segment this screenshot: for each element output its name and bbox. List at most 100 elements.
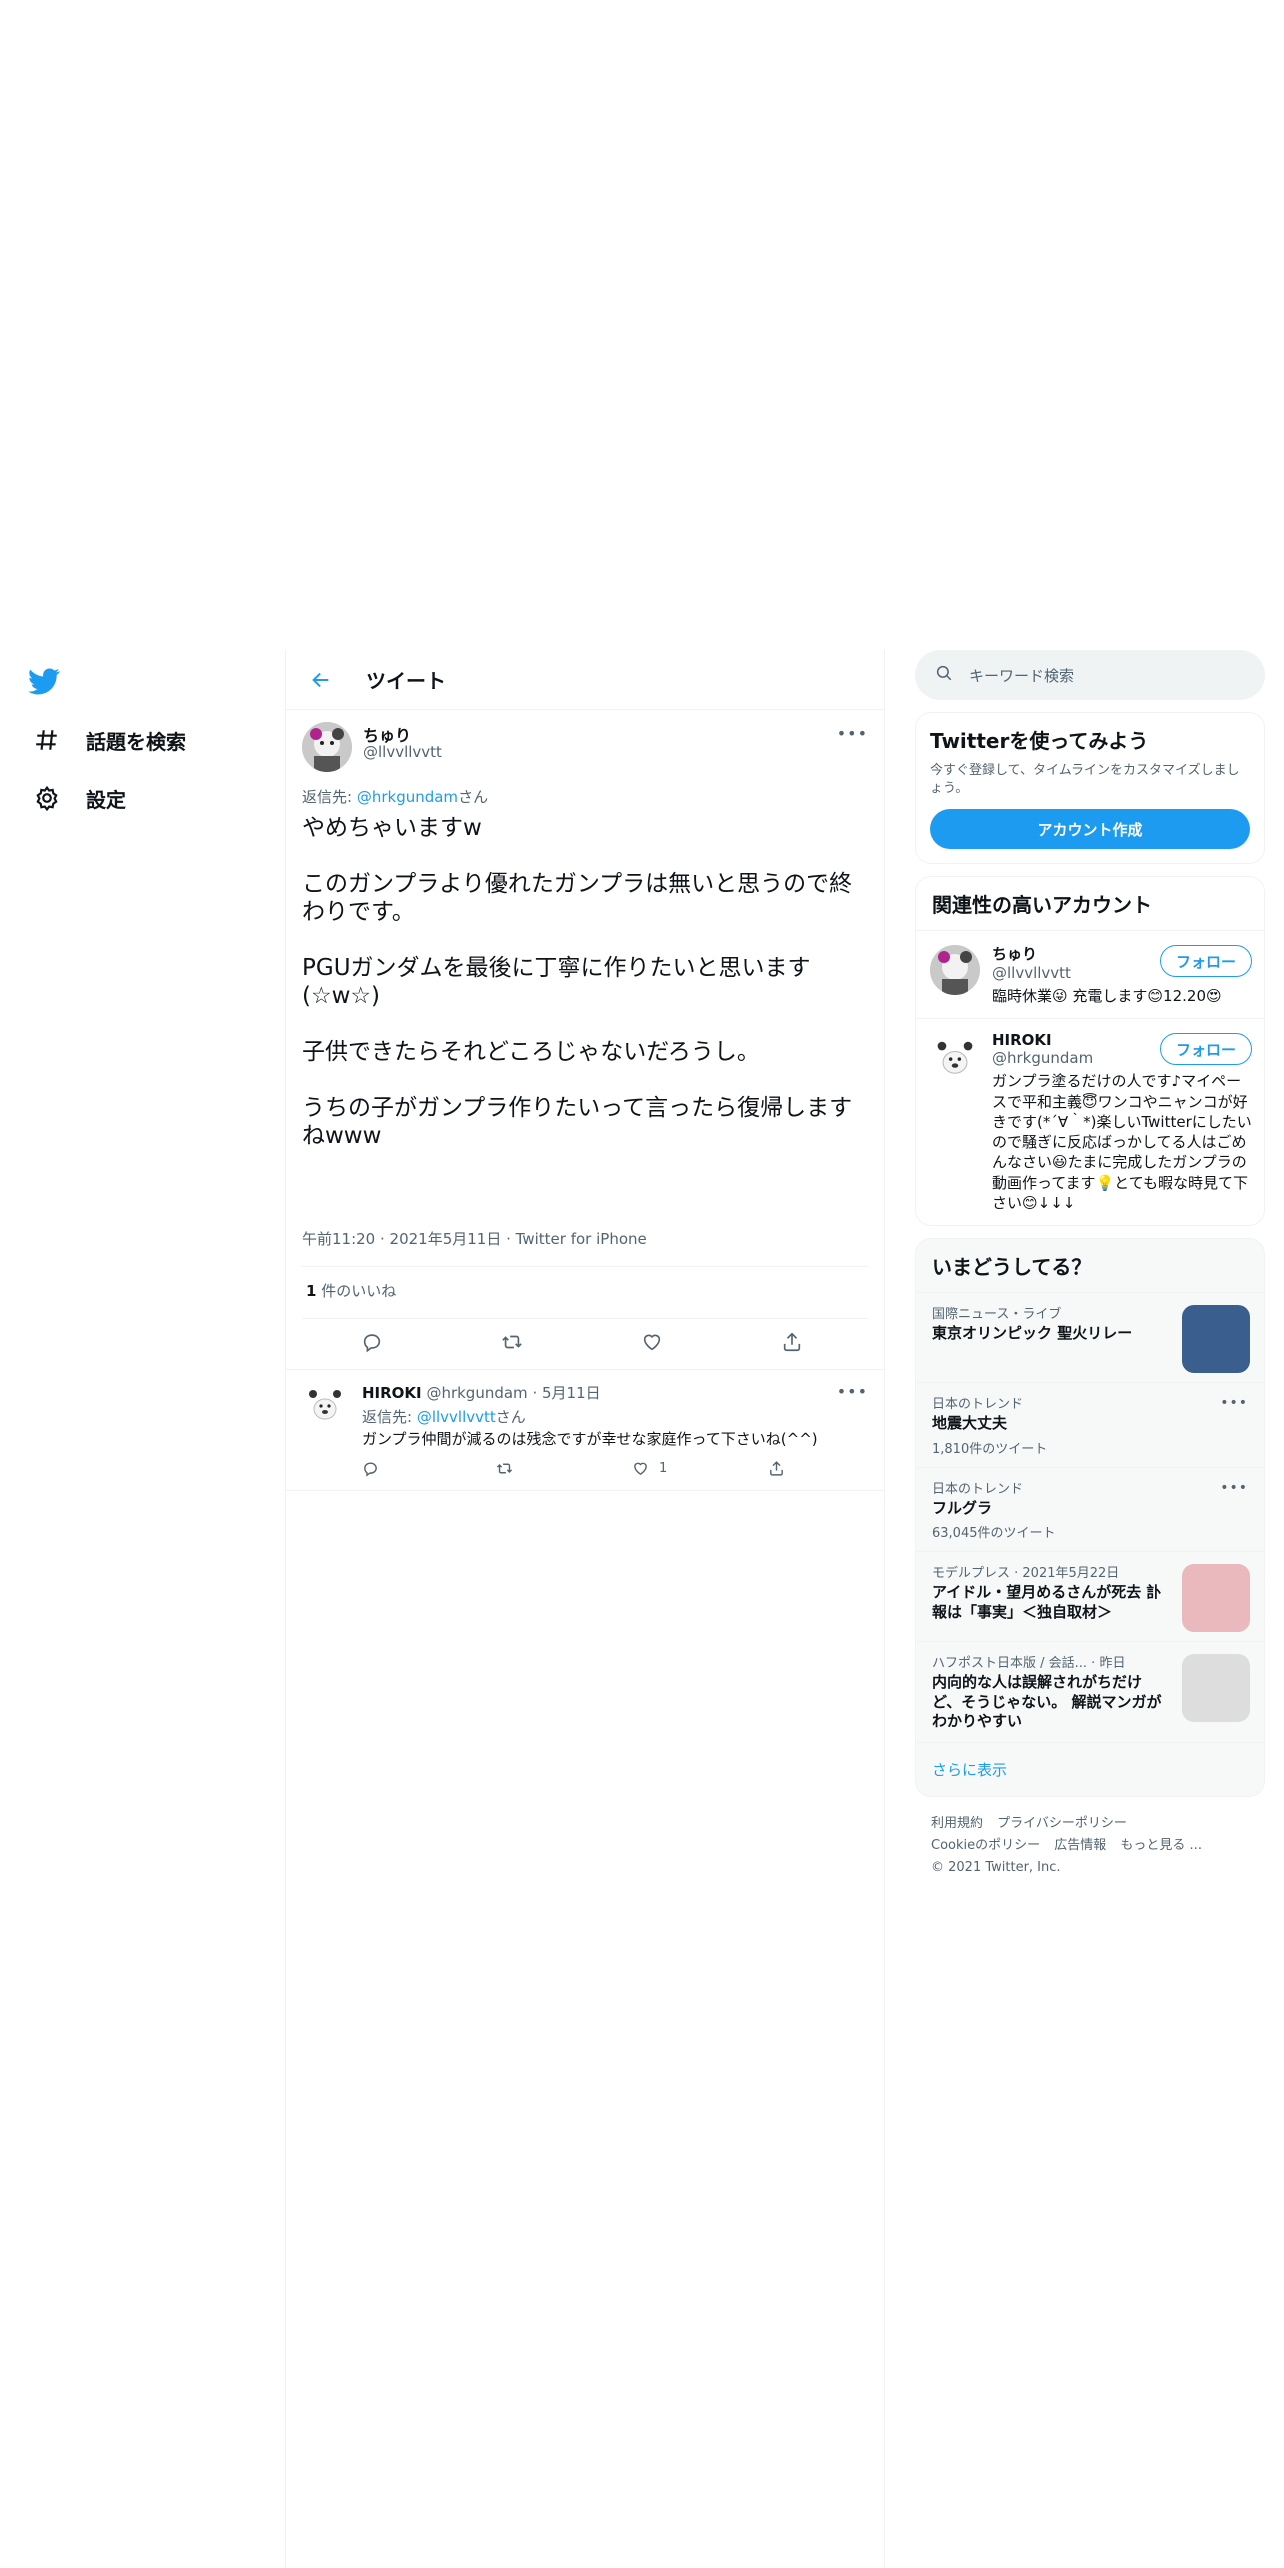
avatar[interactable]: [302, 722, 352, 772]
share-icon[interactable]: [768, 1460, 785, 1477]
sidebar-column: キーワード検索 Twitterを使ってみよう 今すぐ登録して、タイムラインをカス…: [915, 650, 1265, 1879]
share-icon[interactable]: [778, 1328, 806, 1356]
trend-title: 地震大丈夫: [932, 1414, 1008, 1433]
signup-title: Twitterを使ってみよう: [930, 729, 1149, 753]
related-title: 関連性の高いアカウント: [916, 877, 1264, 932]
reply-suffix: さん: [458, 788, 489, 806]
show-more-link[interactable]: さらに表示: [916, 1743, 1264, 1796]
tweet-paragraph: うちの子がガンプラ作りたいって言ったら復帰しますねwww: [302, 1095, 853, 1150]
hashtag-icon: [30, 723, 64, 757]
reply-text: ガンプラ仲間が減るのは残念ですが幸せな家庭作って下さいね(^^): [362, 1430, 818, 1448]
more-options-icon[interactable]: •••: [837, 724, 868, 743]
trend-thumbnail: [1182, 1564, 1250, 1633]
nav-explore[interactable]: 話題を検索: [30, 718, 186, 762]
like-icon[interactable]: [638, 1328, 666, 1356]
trend-context: 日本のトレンド: [932, 1481, 1024, 1497]
page-title: ツイート: [366, 669, 446, 693]
reply-context: 返信先: @llvvllvvttさん: [362, 1406, 526, 1427]
trend-count: 1,810件のツイート: [932, 1441, 1048, 1457]
like-button[interactable]: 1: [632, 1460, 667, 1477]
reply-actions: 1: [362, 1460, 785, 1482]
footer-link[interactable]: プライバシーポリシー: [997, 1816, 1127, 1831]
trend-thumbnail: [1182, 1305, 1250, 1374]
reply-tweet[interactable]: HIROKI @hrkgundam · 5月11日 ••• 返信先: @llvv…: [286, 1369, 884, 1491]
like-count-link[interactable]: 1 件のいいね: [306, 1280, 396, 1301]
related-accounts-card: 関連性の高いアカウント ちゅり @llvvllvvtt 臨時休業😜 充電します😊…: [915, 876, 1265, 1227]
account-item[interactable]: ちゅり @llvvllvvtt 臨時休業😜 充電します😊12.20😍 フォロー: [916, 931, 1264, 1020]
reply-suffix: さん: [495, 1408, 526, 1426]
tweet-header: ツイート: [286, 650, 884, 710]
like-count-label: 件のいいね: [316, 1282, 397, 1300]
trend-context: 日本のトレンド: [932, 1397, 1024, 1413]
copyright: © 2021 Twitter, Inc.: [931, 1859, 1061, 1875]
like-count: 1: [659, 1461, 668, 1476]
trend-item[interactable]: ハフポスト日本版 / 会話... · 昨日 内向的な人は誤解されがちだけど、そう…: [916, 1642, 1264, 1743]
back-arrow-icon[interactable]: [304, 663, 338, 697]
more-options-icon[interactable]: •••: [1220, 1480, 1248, 1496]
tweet-paragraph: やめちゃいますw: [302, 815, 482, 841]
avatar[interactable]: [302, 1382, 348, 1428]
signup-description: 今すぐ登録して、タイムラインをカスタマイズしましょう。: [930, 763, 1240, 796]
avatar[interactable]: [930, 1033, 980, 1084]
nav-settings[interactable]: 設定: [30, 776, 126, 820]
tweet-time[interactable]: 午前11:20: [302, 1230, 375, 1248]
tweet-source[interactable]: Twitter for iPhone: [516, 1230, 647, 1248]
follow-button[interactable]: フォロー: [1160, 1033, 1252, 1066]
signup-card: Twitterを使ってみよう 今すぐ登録して、タイムラインをカスタマイズしましょ…: [915, 712, 1265, 865]
avatar[interactable]: [930, 945, 980, 996]
divider: [302, 1318, 868, 1319]
create-account-button[interactable]: アカウント作成: [930, 809, 1250, 850]
tweet-paragraph: 子供できたらそれどころじゃないだろうし。: [302, 1039, 760, 1066]
search-box[interactable]: キーワード検索: [915, 650, 1265, 700]
reply-context: 返信先: @hrkgundamさん: [302, 786, 488, 807]
tweet-actions: [286, 1322, 884, 1362]
tweet-paragraph: このガンプラより優れたガンプラは無いと思うので終わりです。: [302, 871, 853, 926]
search-input[interactable]: キーワード検索: [969, 665, 1074, 686]
footer-link[interactable]: もっと見る ...: [1120, 1838, 1202, 1853]
more-options-icon[interactable]: •••: [837, 1382, 868, 1401]
tweet-meta: 午前11:20 · 2021年5月11日 · Twitter for iPhon…: [302, 1230, 647, 1248]
nav-explore-label: 話題を検索: [86, 729, 186, 754]
main-tweet: ちゅり @llvvllvvtt ••• 返信先: @hrkgundamさん やめ…: [286, 710, 884, 1370]
reply-header: HIROKI @hrkgundam · 5月11日: [362, 1384, 601, 1402]
reply-to-link[interactable]: @hrkgundam: [357, 788, 458, 806]
reply-icon[interactable]: [362, 1460, 379, 1477]
like-icon: [634, 1462, 647, 1476]
footer: 利用規約 プライバシーポリシー Cookieのポリシー 広告情報 もっと見る .…: [915, 1813, 1265, 1879]
gear-icon: [30, 781, 64, 815]
trend-item[interactable]: 日本のトレンド 地震大丈夫 1,810件のツイート •••: [916, 1383, 1264, 1468]
trend-item[interactable]: 国際ニュース・ライブ 東京オリンピック 聖火リレー: [916, 1293, 1264, 1384]
trend-title: フルグラ: [932, 1498, 993, 1517]
trend-item[interactable]: モデルプレス · 2021年5月22日 アイドル・望月めるさんが死去 訃報は「事…: [916, 1552, 1264, 1643]
tweet-paragraph: PGUガンダムを最後に丁寧に作りたいと思います(☆w☆): [302, 955, 811, 1010]
trends-title: いまどうしてる？: [916, 1239, 1264, 1294]
trend-count: 63,045件のツイート: [932, 1526, 1056, 1542]
reply-author-name[interactable]: HIROKI: [362, 1384, 422, 1402]
more-options-icon[interactable]: •••: [1220, 1395, 1248, 1411]
trends-card: いまどうしてる？ 国際ニュース・ライブ 東京オリンピック 聖火リレー 日本のトレ…: [915, 1238, 1265, 1797]
follow-button[interactable]: フォロー: [1160, 945, 1252, 978]
nav-settings-label: 設定: [86, 787, 126, 812]
footer-link[interactable]: 利用規約: [931, 1816, 983, 1831]
retweet-icon[interactable]: [498, 1328, 526, 1356]
footer-link[interactable]: Cookieのポリシー: [931, 1838, 1040, 1853]
reply-to-link[interactable]: @llvvllvvtt: [417, 1408, 496, 1426]
account-bio: ガンプラ塗るだけの人です♪マイペースで平和主義😇ワンコやニャンコが好きです(*´…: [992, 1072, 1252, 1212]
divider: [302, 1266, 868, 1267]
account-bio: 臨時休業😜 充電します😊12.20😍: [992, 987, 1222, 1006]
tweet-text: やめちゃいますw このガンプラより優れたガンプラは無いと思うので終わりです。 P…: [302, 814, 862, 1178]
reply-date[interactable]: 5月11日: [542, 1384, 601, 1402]
trend-item[interactable]: 日本のトレンド フルグラ 63,045件のツイート •••: [916, 1468, 1264, 1553]
account-item[interactable]: HIROKI @hrkgundam ガンプラ塗るだけの人です♪マイペースで平和主…: [916, 1019, 1264, 1225]
reply-icon[interactable]: [358, 1328, 386, 1356]
footer-link[interactable]: 広告情報: [1054, 1838, 1106, 1853]
reply-prefix: 返信先:: [362, 1408, 417, 1426]
tweet-date[interactable]: 2021年5月11日: [390, 1230, 502, 1248]
twitter-logo-icon[interactable]: [28, 665, 64, 695]
retweet-icon[interactable]: [496, 1460, 513, 1477]
reply-author-handle[interactable]: @hrkgundam: [426, 1384, 527, 1402]
reply-prefix: 返信先:: [302, 788, 357, 806]
search-icon: [935, 664, 953, 686]
author-handle[interactable]: @llvvllvvtt: [363, 743, 442, 761]
trend-thumbnail: [1182, 1654, 1250, 1723]
